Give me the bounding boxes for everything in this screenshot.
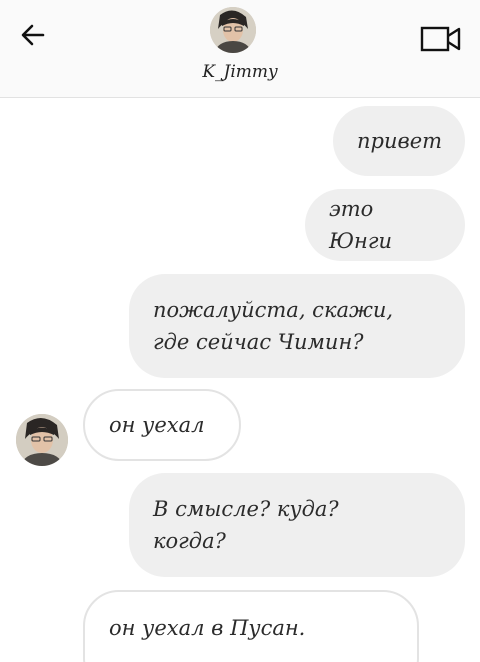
avatar[interactable]	[210, 7, 256, 53]
profile-photo	[210, 7, 256, 53]
contact-avatar[interactable]	[16, 414, 68, 466]
back-button[interactable]	[16, 18, 50, 52]
outgoing-message[interactable]: В смысле? куда? когда?	[129, 473, 465, 577]
message-text: это Юнги	[329, 197, 393, 253]
profile-photo	[16, 414, 68, 466]
message-text-line: В смысле? куда?	[153, 497, 339, 521]
message-text-line: пожалуйста, скажи,	[153, 298, 394, 322]
message-text-line: где сейчас Чимин?	[153, 330, 364, 354]
message-text: привет	[357, 129, 443, 153]
video-camera-icon	[420, 26, 461, 52]
chat-header: K_Jimmy	[0, 0, 480, 98]
message-text-line: когда?	[153, 529, 226, 553]
incoming-message[interactable]: он уехал в Пусан.	[83, 590, 419, 662]
outgoing-message[interactable]: это Юнги	[305, 189, 465, 261]
outgoing-message[interactable]: привет	[333, 106, 465, 176]
message-text: он уехал в Пусан.	[109, 616, 306, 640]
incoming-message[interactable]: он уехал	[83, 389, 241, 461]
arrow-left-icon	[21, 24, 45, 46]
message-text: он уехал	[109, 413, 205, 437]
outgoing-message[interactable]: пожалуйста, скажи, где сейчас Чимин?	[129, 274, 465, 378]
video-call-button[interactable]	[420, 24, 462, 54]
contact-username[interactable]: K_Jimmy	[0, 62, 480, 82]
message-thread[interactable]: привет это Юнги пожалуйста, скажи, где с…	[0, 99, 480, 662]
